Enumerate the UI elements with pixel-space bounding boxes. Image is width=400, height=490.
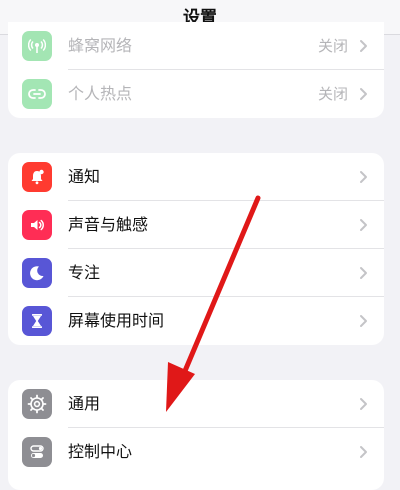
settings-row-label: 通用 bbox=[68, 394, 101, 413]
chevron-right-icon bbox=[360, 315, 367, 327]
chevron-right-icon bbox=[360, 267, 367, 279]
settings-row-value: 关闭 bbox=[317, 37, 348, 55]
settings-row-label: 通知 bbox=[68, 167, 101, 186]
speaker-icon bbox=[22, 210, 52, 240]
settings-row-hotspot[interactable]: 个人热点 关闭 bbox=[8, 70, 384, 118]
hourglass-icon bbox=[22, 306, 52, 336]
settings-row-label: 声音与触感 bbox=[68, 215, 149, 234]
settings-row-label: 控制中心 bbox=[68, 442, 133, 461]
settings-row-label: 个人热点 bbox=[68, 84, 133, 103]
chevron-right-icon bbox=[360, 88, 367, 100]
settings-row-cellular[interactable]: 蜂窝网络 关闭 bbox=[8, 22, 384, 70]
settings-row-sounds[interactable]: 声音与触感 bbox=[8, 201, 384, 249]
hotspot-link-icon bbox=[22, 79, 52, 109]
settings-row-value: 关闭 bbox=[317, 85, 348, 103]
settings-group-system: 通用 控制中心 bbox=[8, 380, 384, 490]
bell-icon bbox=[22, 162, 52, 192]
settings-row-notifications[interactable]: 通知 bbox=[8, 153, 384, 201]
antenna-icon bbox=[22, 31, 52, 61]
settings-row-control-center[interactable]: 控制中心 bbox=[8, 428, 384, 476]
settings-row-label: 蜂窝网络 bbox=[68, 36, 133, 55]
settings-row-general[interactable]: 通用 bbox=[8, 380, 384, 428]
settings-row-label: 屏幕使用时间 bbox=[68, 311, 165, 330]
moon-icon bbox=[22, 258, 52, 288]
toggles-icon bbox=[22, 437, 52, 467]
chevron-right-icon bbox=[360, 219, 367, 231]
gear-icon bbox=[22, 389, 52, 419]
chevron-right-icon bbox=[360, 40, 367, 52]
chevron-right-icon bbox=[360, 171, 367, 183]
settings-row-label: 专注 bbox=[68, 263, 101, 282]
settings-row-focus[interactable]: 专注 bbox=[8, 249, 384, 297]
settings-row-screen-time[interactable]: 屏幕使用时间 bbox=[8, 297, 384, 345]
settings-group-notifications: 通知 声音与触感 专注 屏幕使用时间 bbox=[8, 153, 384, 345]
settings-group-connectivity: 蜂窝网络 关闭 个人热点 关闭 bbox=[8, 22, 384, 118]
chevron-right-icon bbox=[360, 398, 367, 410]
chevron-right-icon bbox=[360, 446, 367, 458]
